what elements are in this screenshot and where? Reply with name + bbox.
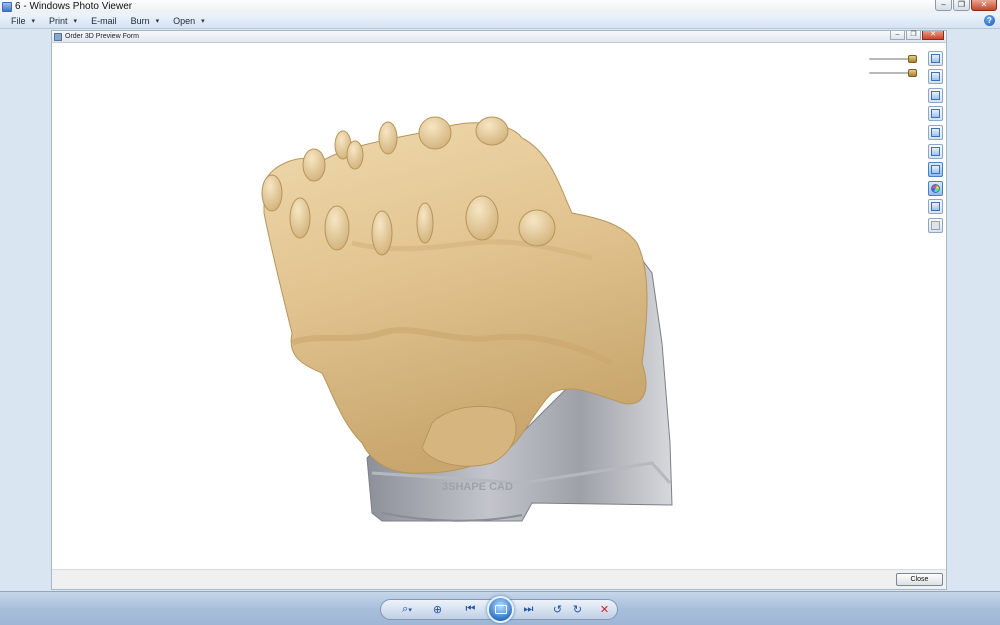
- form-icon: [54, 32, 62, 41]
- menu-open[interactable]: Open ▾: [166, 13, 212, 29]
- dialog-close-x-button[interactable]: ✕: [922, 31, 944, 40]
- dialog-footer: Close: [52, 569, 946, 589]
- menu-print[interactable]: Print ▾: [42, 13, 84, 29]
- model-opacity-slider[interactable]: [869, 55, 917, 63]
- model-toggle-button[interactable]: [928, 162, 943, 177]
- menu-email[interactable]: E-mail: [84, 13, 124, 29]
- photo-viewer-app-icon: [2, 1, 12, 12]
- delete-button[interactable]: ✕: [596, 601, 613, 618]
- minimize-button[interactable]: –: [935, 0, 952, 11]
- close-window-button[interactable]: ✕: [971, 0, 997, 11]
- chevron-down-icon: ▾: [155, 17, 160, 25]
- view-back-button[interactable]: [928, 69, 943, 84]
- color-toggle-icon: [931, 184, 940, 193]
- dialog-titlebar: Order 3D Preview Form – ❐ ✕: [52, 31, 946, 43]
- antagonist-opacity-slider[interactable]: [869, 69, 917, 77]
- color-toggle-button[interactable]: [928, 181, 943, 196]
- close-button[interactable]: Close: [896, 573, 943, 586]
- rotate-clockwise-button[interactable]: ↻: [569, 601, 586, 618]
- rotate-counterclockwise-icon: ↺: [552, 604, 563, 616]
- texture-toggle-button: [928, 218, 943, 233]
- scan-toggle-button[interactable]: [928, 199, 943, 214]
- antagonist-opacity-icon[interactable]: [908, 69, 917, 77]
- window-title: 6 - Windows Photo Viewer: [15, 1, 133, 12]
- previous-button[interactable]: ⏮: [462, 601, 479, 618]
- slider-track: [869, 72, 909, 74]
- model-opacity-icon[interactable]: [908, 55, 917, 63]
- dialog-minimize-button[interactable]: –: [890, 31, 905, 40]
- view-top-button[interactable]: [928, 125, 943, 140]
- view-right-button[interactable]: [928, 106, 943, 121]
- scan-toggle-icon: [931, 202, 940, 211]
- model-toggle-icon: [931, 165, 940, 174]
- chevron-down-icon: ▾: [31, 17, 36, 25]
- view-back-icon: [931, 72, 940, 81]
- window-controls: – ❐ ✕: [935, 0, 997, 11]
- menu-file[interactable]: File ▾: [4, 13, 42, 29]
- texture-toggle-icon: [931, 221, 940, 230]
- view-left-button[interactable]: [928, 88, 943, 103]
- previous-icon: ⏮: [465, 603, 476, 615]
- 3d-viewport[interactable]: 3SHAPE CAD: [52, 43, 946, 571]
- next-button[interactable]: ⏭: [520, 601, 537, 618]
- view-front-icon: [931, 54, 940, 63]
- view-front-button[interactable]: [928, 51, 943, 66]
- model-engraving: 3SHAPE CAD: [442, 481, 513, 493]
- actual-size-icon: ⊕: [432, 604, 443, 616]
- delete-icon: ✕: [599, 604, 610, 616]
- rotate-clockwise-icon: ↻: [572, 604, 583, 616]
- chevron-down-icon: ▾: [73, 17, 78, 25]
- chevron-down-icon: ▾: [408, 606, 412, 614]
- dental-model-render[interactable]: 3SHAPE CAD: [52, 43, 946, 571]
- dialog-maximize-button[interactable]: ❐: [906, 31, 921, 40]
- order-3d-preview-dialog: Order 3D Preview Form – ❐ ✕ 3SHAPE CAD C…: [51, 30, 947, 590]
- chevron-down-icon: ▾: [201, 17, 205, 25]
- actual-size-button[interactable]: ⊕: [429, 601, 446, 618]
- next-icon: ⏭: [523, 603, 534, 615]
- menu-print-label: Print: [49, 15, 68, 26]
- menu-burn-label: Burn: [130, 15, 150, 26]
- slideshow-button[interactable]: [487, 596, 514, 623]
- view-right-icon: [931, 109, 940, 118]
- view-left-icon: [931, 91, 940, 100]
- menu-open-label: Open: [173, 15, 196, 26]
- menu-email-label: E-mail: [91, 15, 117, 26]
- zoom-button[interactable]: ⌕ ▾: [395, 601, 419, 618]
- slider-track: [869, 58, 909, 60]
- slideshow-icon: [494, 605, 507, 614]
- view-bottom-icon: [931, 147, 940, 156]
- dialog-controls: – ❐ ✕: [890, 31, 944, 40]
- bottom-toolbar: ⌕ ▾ ⊕ ⏮ ⏭ ↺ ↻ ✕: [0, 591, 1000, 625]
- help-icon[interactable]: ?: [984, 15, 995, 26]
- view-bottom-button[interactable]: [928, 144, 943, 159]
- dialog-title: Order 3D Preview Form: [65, 33, 139, 40]
- window-titlebar: 6 - Windows Photo Viewer – ❐ ✕: [0, 0, 1000, 13]
- menu-bar: File ▾ Print ▾ E-mail Burn ▾ Open ▾ ?: [0, 13, 1000, 29]
- maximize-button[interactable]: ❐: [953, 0, 970, 11]
- menu-burn[interactable]: Burn ▾: [124, 13, 167, 29]
- menu-file-label: File: [11, 15, 26, 26]
- rotate-counterclockwise-button[interactable]: ↺: [549, 601, 566, 618]
- view-top-icon: [931, 128, 940, 137]
